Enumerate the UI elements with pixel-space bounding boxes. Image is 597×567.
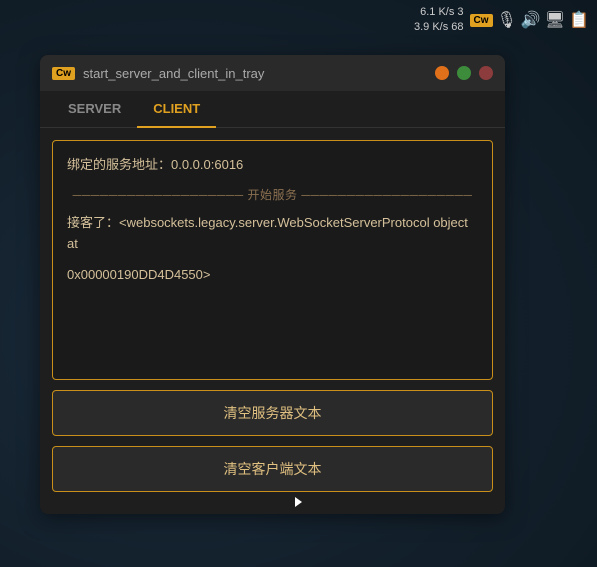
server-address-line: 绑定的服务地址：0.0.0.0:6016 bbox=[67, 155, 478, 176]
tray-icon[interactable]: 📋 bbox=[569, 10, 589, 30]
taskbar-icons: Cw 🎙 🔊 🖥 📋 bbox=[470, 10, 589, 30]
clear-server-button[interactable]: 清空服务器文本 bbox=[52, 390, 493, 436]
clear-client-button[interactable]: 清空客户端文本 bbox=[52, 446, 493, 492]
tab-client[interactable]: CLIENT bbox=[137, 91, 216, 128]
connection-line1: 接客了：<websockets.legacy.server.WebSocketS… bbox=[67, 213, 478, 255]
window-controls bbox=[435, 66, 493, 80]
connection-line2: 0x00000190DD4D4550> bbox=[67, 265, 478, 286]
title-bar: Cw start_server_and_client_in_tray bbox=[40, 55, 505, 91]
server-output-panel: 绑定的服务地址：0.0.0.0:6016 ───────────────────… bbox=[52, 140, 493, 380]
mic-icon[interactable]: 🎙 bbox=[497, 10, 517, 30]
close-button[interactable] bbox=[479, 66, 493, 80]
tab-bar: SERVER CLIENT bbox=[40, 91, 505, 128]
service-divider: ─────────────────── 开始服务 ───────────────… bbox=[67, 186, 478, 205]
title-bar-badge: Cw bbox=[52, 67, 75, 80]
taskbar: 6.1 K/s 3 3.9 K/s 68 Cw 🎙 🔊 🖥 📋 bbox=[414, 0, 597, 40]
tab-server[interactable]: SERVER bbox=[52, 91, 137, 128]
maximize-button[interactable] bbox=[457, 66, 471, 80]
network-icon[interactable]: 🖥 bbox=[545, 10, 565, 30]
main-window: Cw start_server_and_client_in_tray SERVE… bbox=[40, 55, 505, 514]
main-content: 绑定的服务地址：0.0.0.0:6016 ───────────────────… bbox=[40, 128, 505, 514]
taskbar-stats: 6.1 K/s 3 3.9 K/s 68 bbox=[414, 5, 464, 36]
window-title: start_server_and_client_in_tray bbox=[83, 66, 427, 81]
mouse-cursor bbox=[295, 497, 302, 507]
minimize-button[interactable] bbox=[435, 66, 449, 80]
taskbar-badge: Cw bbox=[470, 14, 493, 27]
volume-icon[interactable]: 🔊 bbox=[521, 10, 541, 30]
